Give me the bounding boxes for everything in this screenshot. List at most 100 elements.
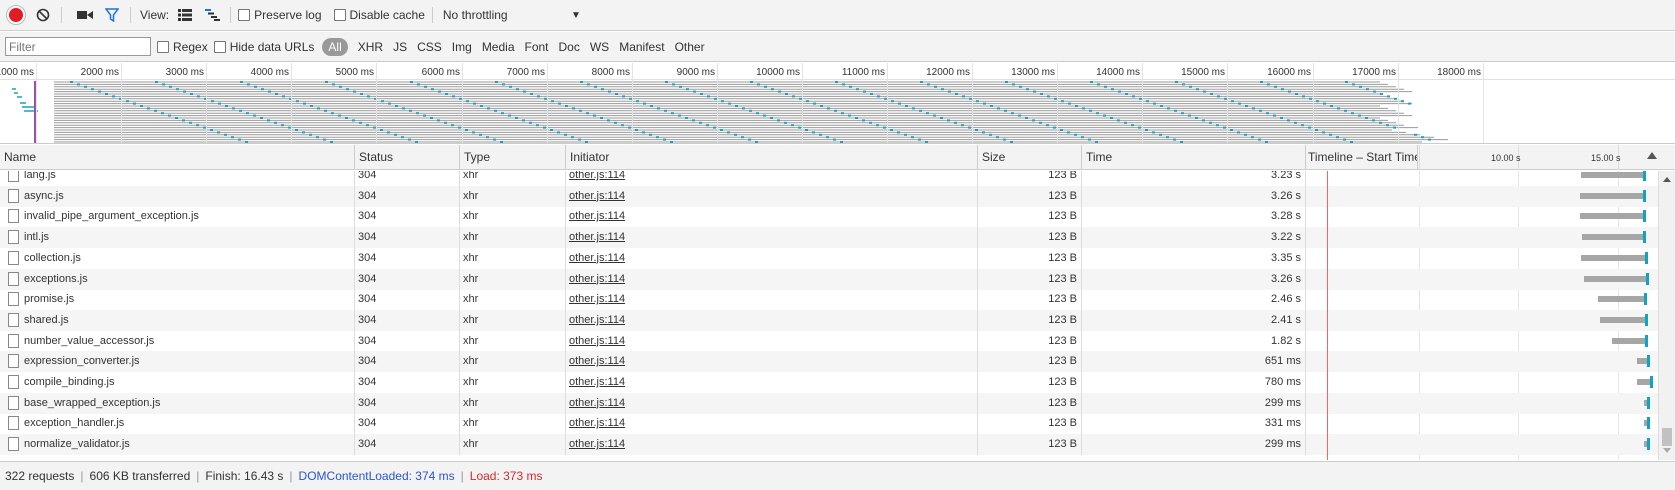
table-row[interactable]: number_value_accessor.js 304 xhr other.js:1… bbox=[0, 330, 1658, 352]
type-filter-manifest[interactable]: Manifest bbox=[619, 40, 664, 54]
table-row[interactable]: exceptions.js 304 xhr other.js:114 123 B 3.26… bbox=[0, 268, 1658, 290]
type-filter-css[interactable]: CSS bbox=[417, 40, 442, 54]
request-initiator-link[interactable]: other.js:114 bbox=[566, 434, 978, 456]
request-waterfall[interactable] bbox=[1306, 248, 1658, 269]
checkbox-box[interactable] bbox=[213, 40, 226, 53]
type-filter-font[interactable]: Font bbox=[525, 40, 549, 54]
request-waterfall[interactable] bbox=[1306, 227, 1658, 248]
request-name-cell[interactable]: normalize_validator.js bbox=[0, 434, 355, 456]
request-waterfall[interactable] bbox=[1306, 171, 1658, 186]
checkbox-box[interactable] bbox=[333, 9, 346, 21]
type-filter-js[interactable]: JS bbox=[393, 40, 407, 54]
request-waterfall[interactable] bbox=[1306, 393, 1658, 414]
scroll-up-arrow-icon[interactable] bbox=[1663, 177, 1671, 182]
large-rows-button[interactable] bbox=[174, 4, 196, 26]
request-waterfall[interactable] bbox=[1306, 413, 1658, 434]
clear-button[interactable] bbox=[32, 4, 54, 26]
table-row[interactable]: promise.js 304 xhr other.js:114 123 B 2.46 s bbox=[0, 289, 1658, 311]
table-row[interactable]: shared.js 304 xhr other.js:114 123 B 2.41 s bbox=[0, 309, 1658, 331]
type-filter-doc[interactable]: Doc bbox=[559, 40, 580, 54]
request-name-cell[interactable]: exception_handler.js bbox=[0, 413, 355, 435]
overview-bar-segment bbox=[968, 126, 971, 129]
hide-data-urls-checkbox[interactable]: Hide data URLs bbox=[213, 40, 314, 54]
column-header-initiator[interactable]: Initiator bbox=[566, 145, 978, 170]
request-name-cell[interactable]: invalid_pipe_argument_exception.js bbox=[0, 206, 355, 228]
checkbox-box[interactable] bbox=[238, 9, 251, 21]
request-initiator-link[interactable]: other.js:114 bbox=[566, 289, 978, 311]
overview-toggle-button[interactable] bbox=[201, 4, 223, 26]
request-name-cell[interactable]: base_wrapped_exception.js bbox=[0, 392, 355, 414]
request-name-cell[interactable]: collection.js bbox=[0, 247, 355, 269]
overview-bar-segment bbox=[1302, 95, 1305, 98]
request-waterfall[interactable] bbox=[1306, 206, 1658, 227]
type-filter-all[interactable]: All bbox=[322, 37, 348, 56]
request-name-cell[interactable]: expression_converter.js bbox=[0, 351, 355, 373]
request-initiator-link[interactable]: other.js:114 bbox=[566, 372, 978, 393]
request-initiator-link[interactable]: other.js:114 bbox=[566, 268, 978, 290]
table-row[interactable]: expression_converter.js 304 xhr other.js:11… bbox=[0, 351, 1658, 373]
filter-toggle-button[interactable] bbox=[101, 4, 123, 26]
column-header-time[interactable]: Time bbox=[1082, 145, 1306, 170]
request-name-cell[interactable]: compile_binding.js bbox=[0, 372, 355, 393]
table-row[interactable]: intl.js 304 xhr other.js:114 123 B 3.22 s bbox=[0, 227, 1658, 249]
scroll-down-arrow-icon[interactable] bbox=[1663, 448, 1671, 453]
type-filter-xhr[interactable]: XHR bbox=[358, 40, 383, 54]
table-row[interactable]: async.js 304 xhr other.js:114 123 B 3.26 s bbox=[0, 185, 1658, 207]
sort-ascending-icon[interactable] bbox=[1647, 152, 1657, 159]
timeline-overview[interactable]: 1000 ms 2000 ms 3000 ms 4000 ms 5000 ms 6000 … bbox=[0, 63, 1675, 144]
request-waterfall[interactable] bbox=[1306, 289, 1658, 310]
type-filter-ws[interactable]: WS bbox=[590, 40, 609, 54]
type-filter-img[interactable]: Img bbox=[452, 40, 472, 54]
request-waterfall[interactable] bbox=[1306, 310, 1658, 331]
request-waterfall[interactable] bbox=[1306, 372, 1658, 393]
table-row[interactable]: normalize_validator.js 304 xhr other.js:114… bbox=[0, 434, 1658, 456]
request-initiator-link[interactable]: other.js:114 bbox=[566, 413, 978, 435]
table-row[interactable]: compile_binding.js 304 xhr other.js:114 123 … bbox=[0, 372, 1658, 393]
column-header-status[interactable]: Status bbox=[355, 145, 460, 170]
request-name-cell[interactable]: async.js bbox=[0, 185, 355, 207]
request-initiator-link[interactable]: other.js:114 bbox=[566, 351, 978, 373]
request-name-cell[interactable]: exceptions.js bbox=[0, 268, 355, 290]
table-row[interactable]: lang.js 304 xhr other.js:114 123 B 3.23 s bbox=[0, 171, 1658, 186]
request-initiator-link[interactable]: other.js:114 bbox=[566, 206, 978, 228]
request-initiator-link[interactable]: other.js:114 bbox=[566, 392, 978, 414]
type-filter-other[interactable]: Other bbox=[675, 40, 705, 54]
record-button[interactable] bbox=[5, 4, 27, 26]
filter-input[interactable] bbox=[5, 37, 151, 56]
vertical-scrollbar[interactable] bbox=[1658, 171, 1675, 460]
column-header-timeline[interactable]: Timeline – Start Time bbox=[1306, 145, 1418, 170]
request-waterfall[interactable] bbox=[1306, 186, 1658, 207]
request-name-cell[interactable]: lang.js bbox=[0, 171, 355, 186]
throttling-select[interactable]: No throttling ▼ bbox=[443, 8, 581, 22]
disable-cache-checkbox[interactable]: Disable cache bbox=[333, 8, 425, 22]
preserve-log-checkbox[interactable]: Preserve log bbox=[238, 8, 322, 22]
column-header-name[interactable]: Name bbox=[0, 145, 355, 170]
request-waterfall[interactable] bbox=[1306, 269, 1658, 290]
requests-table-body[interactable]: lang.js 304 xhr other.js:114 123 B 3.23 s asyn… bbox=[0, 171, 1658, 460]
request-name-cell[interactable]: number_value_accessor.js bbox=[0, 330, 355, 352]
checkbox-box[interactable] bbox=[157, 40, 169, 53]
request-waterfall[interactable] bbox=[1306, 434, 1658, 455]
table-row[interactable]: invalid_pipe_argument_exception.js 304 xhr… bbox=[0, 206, 1658, 228]
request-type: xhr bbox=[460, 227, 566, 249]
request-name-cell[interactable]: promise.js bbox=[0, 289, 355, 311]
type-filter-media[interactable]: Media bbox=[482, 40, 515, 54]
request-initiator-link[interactable]: other.js:114 bbox=[566, 309, 978, 331]
table-row[interactable]: exception_handler.js 304 xhr other.js:114 12… bbox=[0, 413, 1658, 435]
request-initiator-link[interactable]: other.js:114 bbox=[566, 227, 978, 249]
table-row[interactable]: collection.js 304 xhr other.js:114 123 B 3.35… bbox=[0, 247, 1658, 269]
regex-checkbox[interactable]: Regex bbox=[157, 40, 208, 54]
request-initiator-link[interactable]: other.js:114 bbox=[566, 330, 978, 352]
request-waterfall[interactable] bbox=[1306, 331, 1658, 352]
column-header-type[interactable]: Type bbox=[460, 145, 566, 170]
request-initiator-link[interactable]: other.js:114 bbox=[566, 247, 978, 269]
request-name-cell[interactable]: shared.js bbox=[0, 309, 355, 331]
scrollbar-thumb[interactable] bbox=[1662, 428, 1672, 446]
request-initiator-link[interactable]: other.js:114 bbox=[566, 185, 978, 207]
request-name-cell[interactable]: intl.js bbox=[0, 227, 355, 249]
table-row[interactable]: base_wrapped_exception.js 304 xhr other.js:… bbox=[0, 392, 1658, 414]
request-waterfall[interactable] bbox=[1306, 351, 1658, 372]
request-initiator-link[interactable]: other.js:114 bbox=[566, 171, 978, 186]
capture-screenshots-button[interactable] bbox=[74, 4, 96, 26]
column-header-size[interactable]: Size bbox=[978, 145, 1082, 170]
